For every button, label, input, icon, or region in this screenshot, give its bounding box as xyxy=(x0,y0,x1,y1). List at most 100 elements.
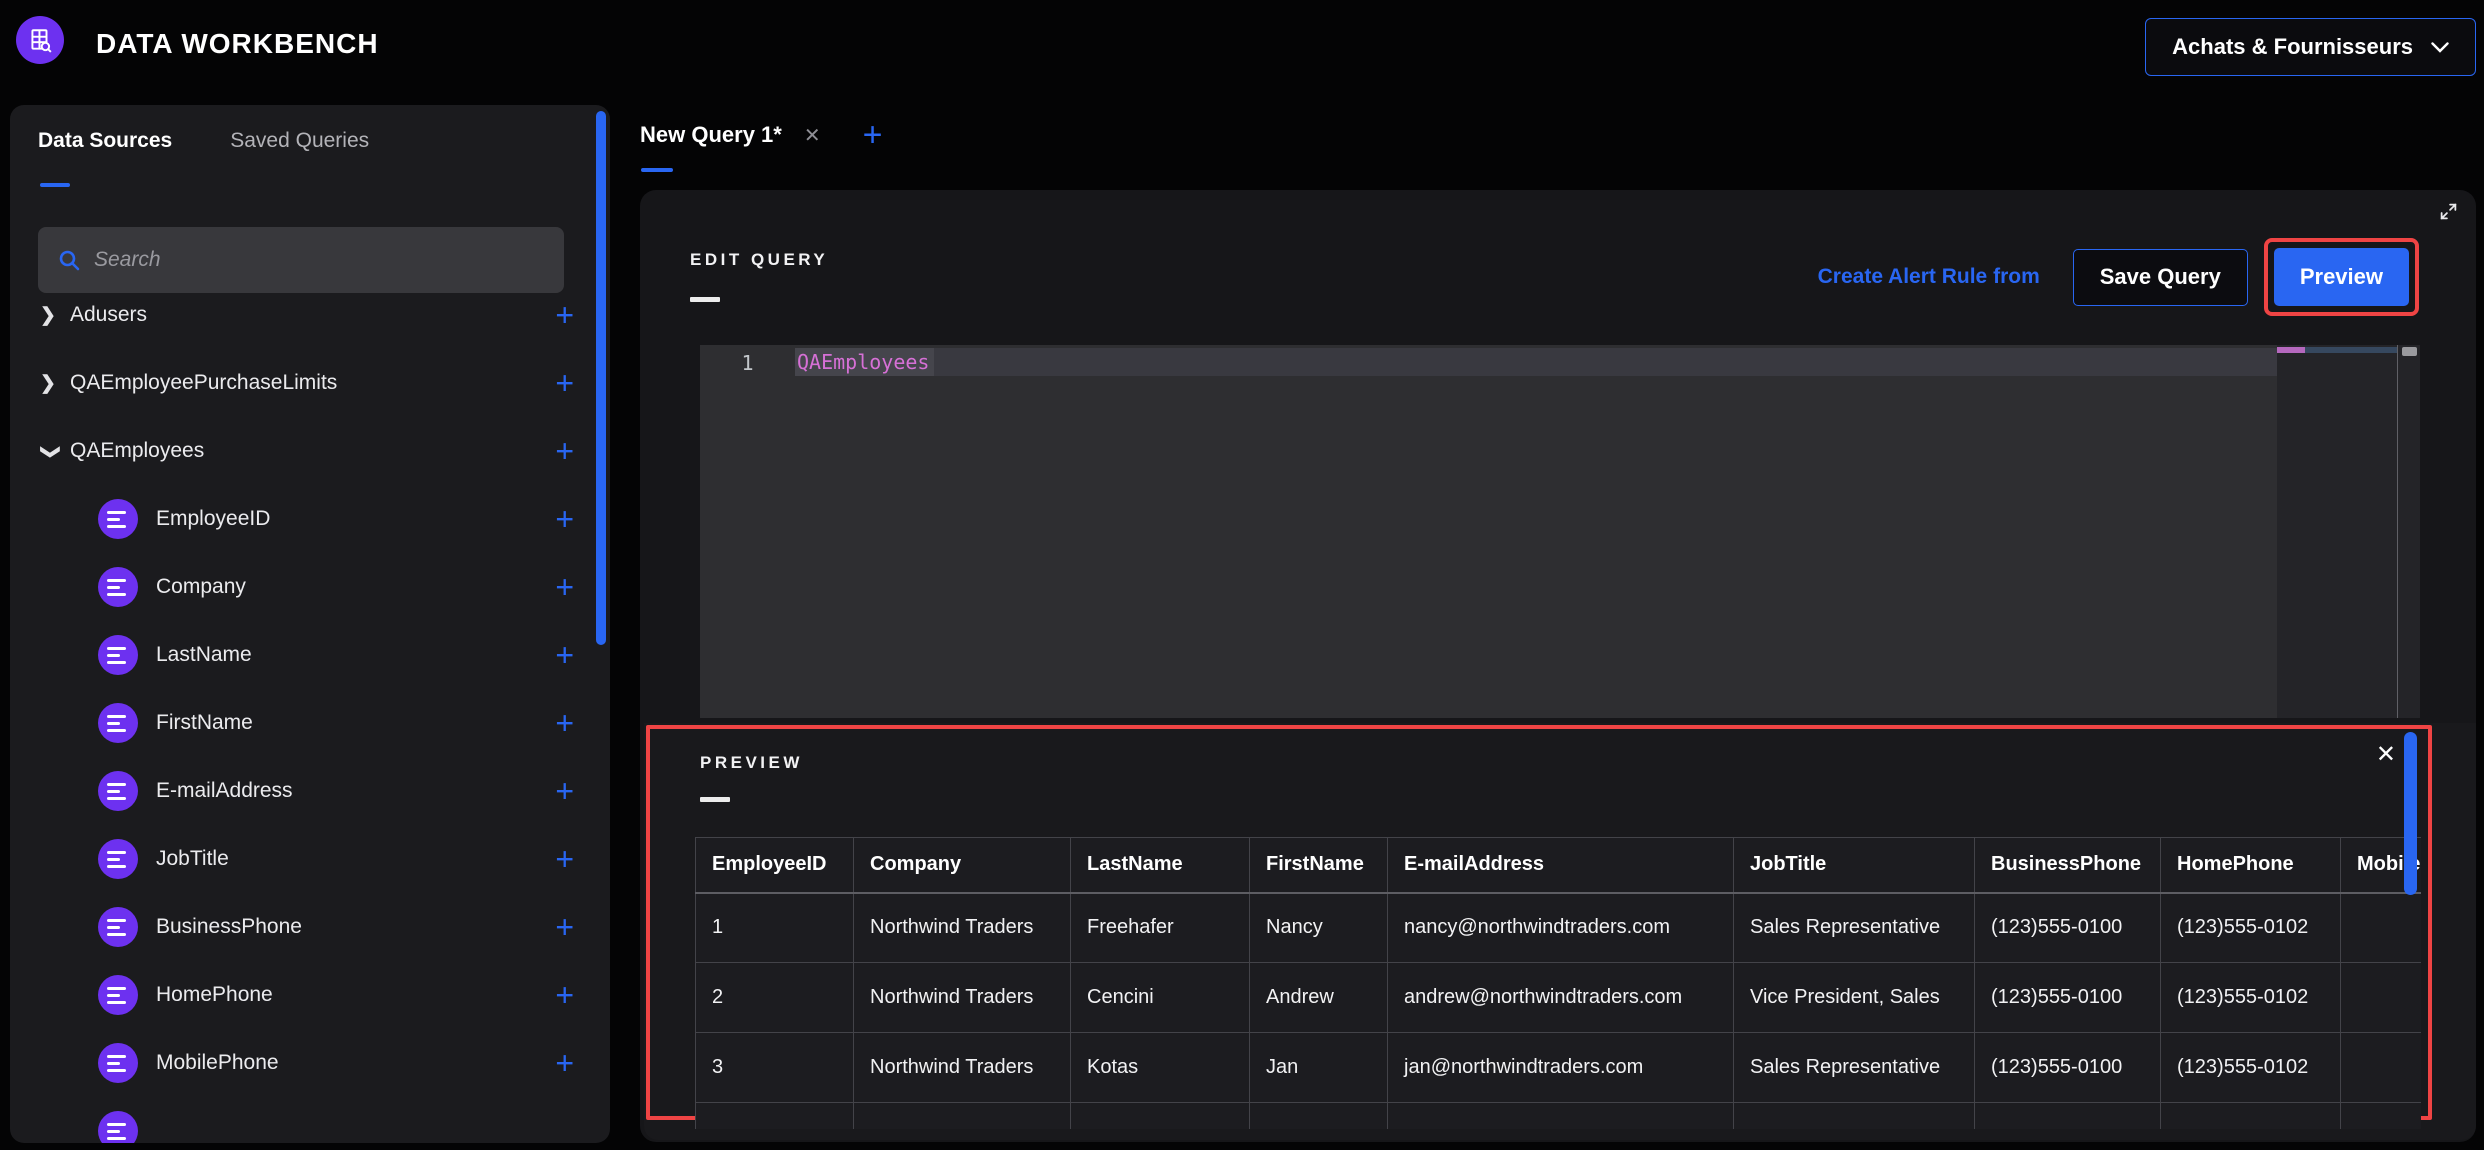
table-cell xyxy=(2341,1103,2422,1130)
tab-data-sources[interactable]: Data Sources xyxy=(38,129,172,153)
data-sources-tree: ❯Adusers+❯QAEmployeePurchaseLimits+❯QAEm… xyxy=(10,281,610,1143)
app-root: DATA WORKBENCH Achats & Fournisseurs Dat… xyxy=(0,0,2484,1150)
search-input[interactable] xyxy=(94,248,564,272)
table-cell xyxy=(1734,1103,1975,1130)
table-cell xyxy=(2161,1103,2341,1130)
workspace-selector-label: Achats & Fournisseurs xyxy=(2172,34,2413,60)
field-icon xyxy=(98,703,138,743)
field-icon xyxy=(98,839,138,879)
close-preview-icon[interactable]: ✕ xyxy=(2376,743,2396,767)
editor-code-area[interactable]: QAEmployees xyxy=(795,345,2277,718)
chevron-down-icon[interactable]: ❯ xyxy=(39,444,62,474)
app-header: DATA WORKBENCH Achats & Fournisseurs xyxy=(0,0,2484,96)
add-to-query-button-firstname[interactable]: + xyxy=(555,707,574,739)
add-to-query-button-homephone[interactable]: + xyxy=(555,979,574,1011)
add-to-query-button-jobtitle[interactable]: + xyxy=(555,843,574,875)
minimap-line xyxy=(2277,347,2397,353)
edit-query-heading-underline xyxy=(690,297,720,302)
chevron-right-icon[interactable]: ❯ xyxy=(40,372,70,395)
column-header-lastname: LastName xyxy=(1071,838,1250,893)
add-to-query-button-qaemployees[interactable]: + xyxy=(555,435,574,467)
add-to-query-button-businessphone[interactable]: + xyxy=(555,911,574,943)
tree-field-company[interactable]: Company+ xyxy=(10,553,610,621)
add-to-query-button-mobilephone[interactable]: + xyxy=(555,1047,574,1079)
field-icon xyxy=(98,975,138,1015)
table-cell: Andrew xyxy=(1250,963,1388,1033)
tree-field-businessphone[interactable]: BusinessPhone+ xyxy=(10,893,610,961)
sidebar-scrollbar[interactable] xyxy=(596,111,606,645)
column-header-e-mailaddress: E-mailAddress xyxy=(1388,838,1734,893)
table-cell: Northwind Traders xyxy=(854,893,1071,963)
table-cell: (123)555-0102 xyxy=(2161,893,2341,963)
tree-item-label: QAEmployees xyxy=(70,439,204,463)
table-cell: 1 xyxy=(696,893,854,963)
field-icon xyxy=(98,635,138,675)
app-logo xyxy=(16,16,64,64)
editor-scrollbar[interactable] xyxy=(2397,345,2420,718)
save-query-button[interactable]: Save Query xyxy=(2073,249,2248,306)
table-row: 1Northwind TradersFreehaferNancynancy@no… xyxy=(696,893,2422,963)
tree-item-label: FirstName xyxy=(156,711,253,735)
tree-field-item[interactable] xyxy=(10,1097,610,1143)
field-icon xyxy=(98,1111,138,1143)
tree-item-label: MobilePhone xyxy=(156,1051,279,1075)
column-header-businessphone: BusinessPhone xyxy=(1975,838,2161,893)
field-icon xyxy=(98,907,138,947)
add-to-query-button-lastname[interactable]: + xyxy=(555,639,574,671)
add-to-query-button-employeeid[interactable]: + xyxy=(555,503,574,535)
table-cell: Cencini xyxy=(1071,963,1250,1033)
table-row: 3Northwind TradersKotasJanjan@northwindt… xyxy=(696,1033,2422,1103)
editor-minimap[interactable] xyxy=(2277,345,2397,718)
preview-button[interactable]: Preview xyxy=(2274,248,2409,306)
expand-panel-icon[interactable] xyxy=(2439,202,2458,221)
table-cell: 3 xyxy=(696,1033,854,1103)
active-tab-indicator xyxy=(40,183,70,187)
editor-scrollbar-thumb[interactable] xyxy=(2402,347,2417,356)
chevron-right-icon[interactable]: ❯ xyxy=(40,304,70,327)
add-to-query-button-qaemployeepurchaselimits[interactable]: + xyxy=(555,367,574,399)
add-to-query-button-company[interactable]: + xyxy=(555,571,574,603)
tree-table-adusers[interactable]: ❯Adusers + xyxy=(10,281,610,349)
table-cell xyxy=(1250,1103,1388,1130)
tab-saved-queries-label: Saved Queries xyxy=(230,129,369,152)
create-alert-rule-link[interactable]: Create Alert Rule from xyxy=(1818,265,2040,289)
preview-button-annotation: Preview xyxy=(2264,238,2419,316)
close-tab-icon[interactable]: ✕ xyxy=(804,123,821,148)
table-cell xyxy=(1388,1103,1734,1130)
column-header-firstname: FirstName xyxy=(1250,838,1388,893)
query-tab-label: New Query 1* xyxy=(640,122,782,148)
tree-field-homephone[interactable]: HomePhone+ xyxy=(10,961,610,1029)
table-cell: Nancy xyxy=(1250,893,1388,963)
tree-field-employeeid[interactable]: EmployeeID+ xyxy=(10,485,610,553)
tree-table-qaemployeepurchaselimits[interactable]: ❯QAEmployeePurchaseLimits+ xyxy=(10,349,610,417)
tree-field-mobilephone[interactable]: MobilePhone + xyxy=(10,1029,610,1097)
table-row-partial xyxy=(696,1103,2422,1130)
tab-data-sources-label: Data Sources xyxy=(38,129,172,152)
table-cell: Sales Representative xyxy=(1734,1033,1975,1103)
field-icon xyxy=(98,499,138,539)
preview-scrollbar[interactable] xyxy=(2404,732,2417,895)
table-cell: (123)555-0100 xyxy=(1975,893,2161,963)
table-cell: Northwind Traders xyxy=(854,963,1071,1033)
field-icon xyxy=(98,567,138,607)
add-to-query-button-adusers[interactable]: + xyxy=(555,299,574,331)
preview-table: EmployeeIDCompanyLastNameFirstNameE-mail… xyxy=(695,837,2421,1129)
tree-item-label: Adusers xyxy=(70,303,147,327)
tree-field-jobtitle[interactable]: JobTitle + xyxy=(10,825,610,893)
table-cell: 2 xyxy=(696,963,854,1033)
query-editor-panel: EDIT QUERY Create Alert Rule from Save Q… xyxy=(640,190,2476,1142)
workspace-selector[interactable]: Achats & Fournisseurs xyxy=(2145,18,2476,76)
table-cell: jan@northwindtraders.com xyxy=(1388,1033,1734,1103)
field-icon xyxy=(98,1043,138,1083)
tree-field-e-mailaddress[interactable]: E-mailAddress+ xyxy=(10,757,610,825)
table-cell: (123)555-0102 xyxy=(2161,1033,2341,1103)
query-tab-new-query-1[interactable]: New Query 1* ✕ xyxy=(640,122,821,148)
table-row: 2Northwind TradersCenciniAndrewandrew@no… xyxy=(696,963,2422,1033)
tree-table-qaemployees[interactable]: ❯ QAEmployees + xyxy=(10,417,610,485)
tree-field-firstname[interactable]: FirstName + xyxy=(10,689,610,757)
add-tab-button[interactable]: + xyxy=(863,118,883,152)
tab-saved-queries[interactable]: Saved Queries xyxy=(230,129,369,153)
tree-field-lastname[interactable]: LastName+ xyxy=(10,621,610,689)
tree-item-label: JobTitle xyxy=(156,847,229,871)
add-to-query-button-e-mailaddress[interactable]: + xyxy=(555,775,574,807)
